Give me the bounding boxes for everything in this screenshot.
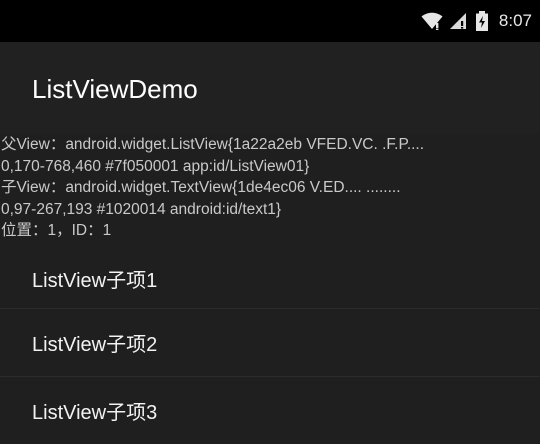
status-icons: 8:07 <box>421 0 532 42</box>
list-item-2[interactable]: ListView子项2 <box>0 308 540 376</box>
list-item-1[interactable]: ListView子项1 <box>0 248 540 308</box>
status-time: 8:07 <box>498 11 532 30</box>
signal-icon <box>449 12 469 30</box>
log-output: 父View：android.widget.ListView{1a22a2eb V… <box>0 134 540 242</box>
battery-icon <box>475 11 489 31</box>
phone-screen: 8:07 ListViewDemo 父View：android.widget.L… <box>0 0 540 444</box>
log-line-parent-bounds: 0,170-768,460 #7f050001 app:id/ListView0… <box>1 157 310 175</box>
log-line-child-view: 子View：android.widget.TextView{1de4ec06 V… <box>1 179 401 196</box>
list-item-label: ListView子项2 <box>32 334 158 356</box>
log-line-child-bounds: 0,97-267,193 #1020014 android:id/text1} <box>1 200 282 218</box>
list-view[interactable]: ListView子项1 ListView子项2 ListView子项3 <box>0 248 540 444</box>
wifi-icon <box>421 12 443 30</box>
list-item-3[interactable]: ListView子项3 <box>0 376 540 444</box>
list-item-label: ListView子项3 <box>32 402 158 424</box>
log-line-parent-view: 父View：android.widget.ListView{1a22a2eb V… <box>1 136 425 153</box>
log-line-position-id: 位置：1，ID：1 <box>1 222 112 239</box>
app-title: ListViewDemo <box>32 74 198 104</box>
list-item-label: ListView子项1 <box>32 269 158 292</box>
status-bar: 8:07 <box>0 0 540 42</box>
